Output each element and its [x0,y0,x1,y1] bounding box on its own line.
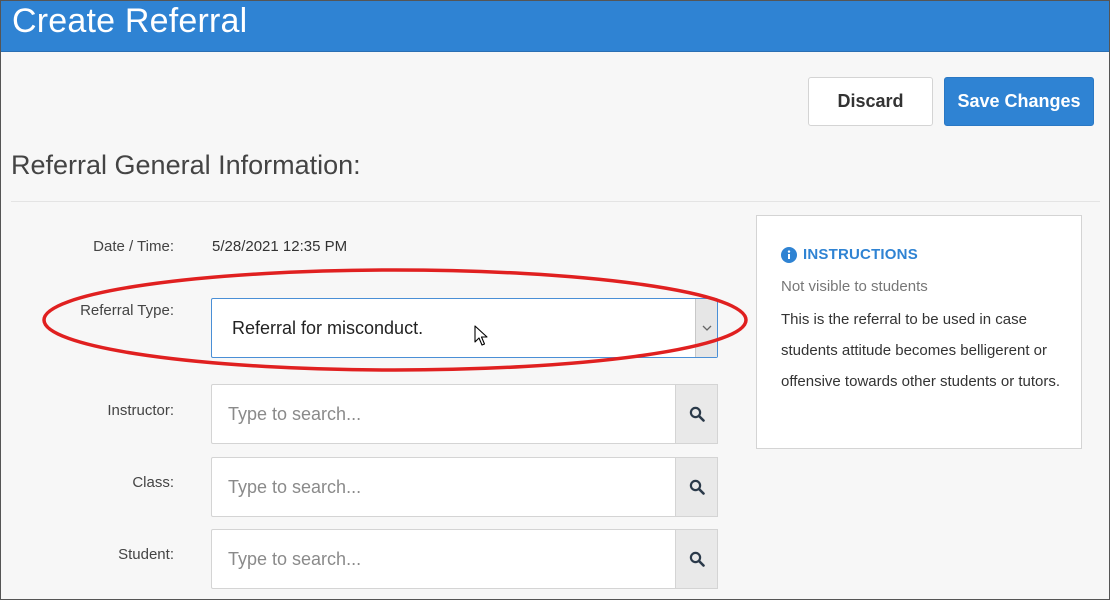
referral-type-selected-value: Referral for misconduct. [232,318,424,338]
search-icon [689,551,705,567]
page-title: Create Referral [12,2,248,40]
search-icon [689,406,705,422]
instructions-visibility-note: Not visible to students [781,278,928,295]
search-icon [689,479,705,495]
date-time-value: 5/28/2021 12:35 PM [212,238,348,255]
student-search-input[interactable] [211,529,676,589]
student-search-group [211,529,718,589]
class-search-group [211,457,718,517]
info-icon [781,246,797,263]
class-search-button[interactable] [676,457,718,517]
instructions-heading: INSTRUCTIONS [803,246,918,263]
referral-type-select[interactable]: Referral for misconduct. [211,298,718,358]
discard-button[interactable]: Discard [808,77,933,126]
instructor-search-button[interactable] [676,384,718,444]
student-search-button[interactable] [676,529,718,589]
class-label: Class: [132,474,174,491]
date-time-label: Date / Time: [93,238,174,255]
instructions-body: This is the referral to be used in case … [781,311,1061,390]
instructor-label: Instructor: [107,402,174,419]
class-search-input[interactable] [211,457,676,517]
instructor-search-group [211,384,718,444]
instructions-panel: INSTRUCTIONS Not visible to students Thi… [756,215,1082,449]
app-header: Create Referral [0,0,1110,52]
referral-type-label: Referral Type: [80,302,174,319]
instructions-header: INSTRUCTIONS [781,246,918,263]
chevron-down-icon[interactable] [695,299,717,357]
student-label: Student: [118,546,174,563]
instructor-search-input[interactable] [211,384,676,444]
section-title: Referral General Information: [11,150,361,180]
section-divider [11,201,1100,202]
save-changes-button[interactable]: Save Changes [944,77,1094,126]
